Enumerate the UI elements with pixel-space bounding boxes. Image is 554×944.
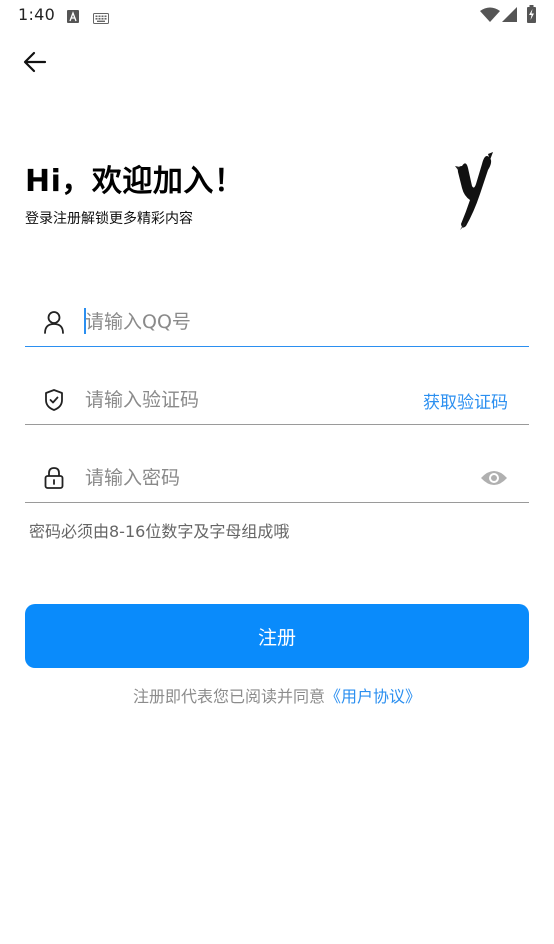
user-icon: [43, 310, 65, 334]
status-bar: 1:40: [0, 0, 554, 30]
shield-check-icon: [43, 388, 65, 412]
qq-input[interactable]: [85, 306, 415, 338]
verification-code-input[interactable]: [85, 384, 415, 416]
password-field: [25, 456, 529, 503]
wifi-icon: [480, 7, 500, 27]
font-a-icon: [67, 8, 79, 27]
app-logo: [452, 150, 498, 232]
keyboard-icon: [93, 9, 109, 28]
password-input[interactable]: [85, 462, 415, 494]
cellular-signal-icon: [502, 7, 517, 26]
verification-code-field: 获取验证码: [25, 378, 529, 425]
arrow-left-icon: [23, 51, 47, 77]
page-title: Hi，欢迎加入！: [25, 164, 245, 199]
agreement-text: 注册即代表您已阅读并同意《用户协议》: [0, 683, 554, 707]
battery-charging-icon: [527, 5, 536, 27]
back-button[interactable]: [18, 48, 52, 80]
lock-icon: [43, 466, 65, 490]
password-hint: 密码必须由8-16位数字及字母组成哦: [29, 522, 290, 541]
page-subtitle: 登录注册解锁更多精彩内容: [25, 211, 193, 227]
agreement-prefix: 注册即代表您已阅读并同意: [132, 687, 325, 706]
eye-icon[interactable]: [479, 466, 509, 490]
get-code-button[interactable]: 获取验证码: [423, 388, 508, 413]
status-time: 1:40: [18, 5, 56, 24]
register-button[interactable]: 注册: [25, 604, 529, 668]
text-cursor: [84, 308, 86, 334]
qq-field: [25, 300, 529, 347]
user-agreement-link[interactable]: 《用户协议》: [325, 687, 421, 706]
